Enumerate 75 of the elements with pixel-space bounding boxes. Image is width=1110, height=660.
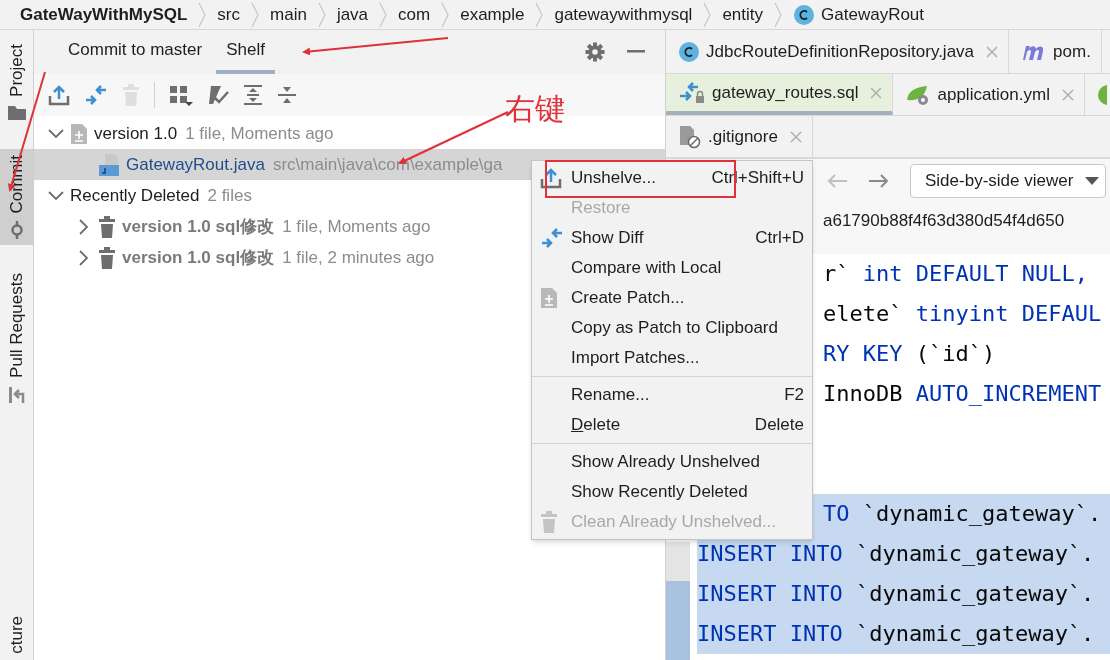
breadcrumb-item[interactable]: entity xyxy=(722,1,764,28)
menu-item[interactable]: Create Patch... xyxy=(532,283,812,313)
editor-tab[interactable]: .gitignore xyxy=(666,116,813,157)
upload-tray-icon[interactable] xyxy=(48,84,70,106)
panel-tab[interactable]: Commit to master xyxy=(58,30,213,74)
trash-icon xyxy=(540,511,558,533)
breadcrumb-item[interactable]: com xyxy=(398,1,431,28)
tree-item-detail: 2 files xyxy=(207,184,252,207)
tool-window-tab[interactable]: Pull Requests xyxy=(0,267,33,411)
menu-item[interactable]: Show Recently Deleted xyxy=(532,477,812,507)
class-icon xyxy=(793,3,816,26)
breadcrumb-item[interactable]: example xyxy=(460,1,525,28)
chevron-icon xyxy=(316,1,327,28)
settings-icon[interactable] xyxy=(585,42,605,62)
collapse-all-icon[interactable] xyxy=(277,84,297,106)
project-name[interactable]: GateWayWithMySQL xyxy=(20,1,188,28)
chevron-icon xyxy=(378,1,389,28)
grid-dropdown-icon[interactable] xyxy=(169,84,193,106)
pull-request-icon xyxy=(7,386,26,405)
expand-all-icon[interactable] xyxy=(243,84,263,106)
dropdown-arrow-icon xyxy=(1085,176,1100,185)
patch-file-icon xyxy=(70,122,88,145)
tool-window-tab[interactable]: cture xyxy=(0,610,33,660)
chevron-icon xyxy=(534,1,545,28)
breadcrumb-item[interactable]: gatewaywithmysql xyxy=(554,1,693,28)
tree-item-label[interactable]: Recently Deleted xyxy=(70,182,200,209)
tree-item-label: GatewayRout.java xyxy=(126,153,265,176)
diff-arrows-icon[interactable] xyxy=(84,84,108,106)
tree-item-detail: src\main\java\com\example\ga xyxy=(272,153,503,176)
forward-arrow-icon[interactable] xyxy=(868,172,890,189)
sql-file-icon xyxy=(678,80,706,105)
diff-arrows-icon xyxy=(540,227,564,249)
tree-item-detail: 1 file, Moments ago xyxy=(185,122,334,145)
breadcrumb-item[interactable]: GatewayRout xyxy=(821,1,925,28)
chevron-icon xyxy=(702,1,713,28)
editor-tab[interactable]: application.yml xyxy=(893,74,1085,115)
trash-icon xyxy=(98,246,116,269)
chevron-icon xyxy=(197,1,208,28)
breadcrumb-item[interactable]: main xyxy=(270,1,307,28)
upload-tray-icon xyxy=(540,167,562,189)
trash-icon xyxy=(98,215,116,238)
java-file-icon xyxy=(98,152,120,177)
viewer-dropdown[interactable]: Side-by-side viewer xyxy=(910,163,1107,198)
code-line: RY KEY (`id`) xyxy=(823,340,997,368)
tree-item-detail: 1 file, 2 minutes ago xyxy=(282,246,435,269)
code-line: elete` tinyint DEFAUL xyxy=(823,300,1103,328)
ignored-file-icon xyxy=(678,124,702,149)
menu-item[interactable]: Compare with Local xyxy=(532,253,812,283)
chevron-icon xyxy=(773,1,784,28)
menu-item[interactable]: Copy as Patch to Clipboard xyxy=(532,313,812,343)
code-line: InnoDB AUTO_INCREMENT xyxy=(823,380,1103,408)
tree-item-detail: 1 file, Moments ago xyxy=(282,215,431,238)
tool-window-tab[interactable]: Project xyxy=(0,38,33,127)
menu-item[interactable]: Delete Delete xyxy=(532,410,812,440)
menu-item[interactable]: Import Patches... xyxy=(532,343,812,373)
file-type-icon xyxy=(1096,83,1107,106)
menu-item[interactable]: Rename... F2 xyxy=(532,380,812,410)
chevron-icon xyxy=(250,1,260,28)
breadcrumb-item[interactable]: java xyxy=(336,1,369,28)
class-icon xyxy=(678,40,700,63)
chevron-icon xyxy=(440,1,451,28)
editor-tab[interactable]: gateway_routes.sql xyxy=(666,74,894,115)
minimize-icon[interactable] xyxy=(627,50,645,54)
patch-file-icon xyxy=(540,287,558,309)
editor-tab[interactable]: pom. xyxy=(1009,30,1102,73)
folder-icon xyxy=(6,104,27,121)
editor-tab[interactable]: JdbcRouteDefinitionRepository.java xyxy=(666,30,1010,73)
breadcrumb-item[interactable]: src xyxy=(217,1,240,28)
tree-item-label: version 1.0 sql修改 xyxy=(122,215,275,238)
menu-item[interactable]: Show Already Unshelved xyxy=(532,447,812,477)
tree-item-label: version 1.0 sql修改 xyxy=(122,246,275,269)
checklist-icon[interactable] xyxy=(207,84,229,106)
annotation-label: 右键 xyxy=(505,91,565,127)
code-line: r` int DEFAULT NULL, xyxy=(823,260,1089,288)
tree-item-label[interactable]: version 1.0 xyxy=(94,120,178,147)
